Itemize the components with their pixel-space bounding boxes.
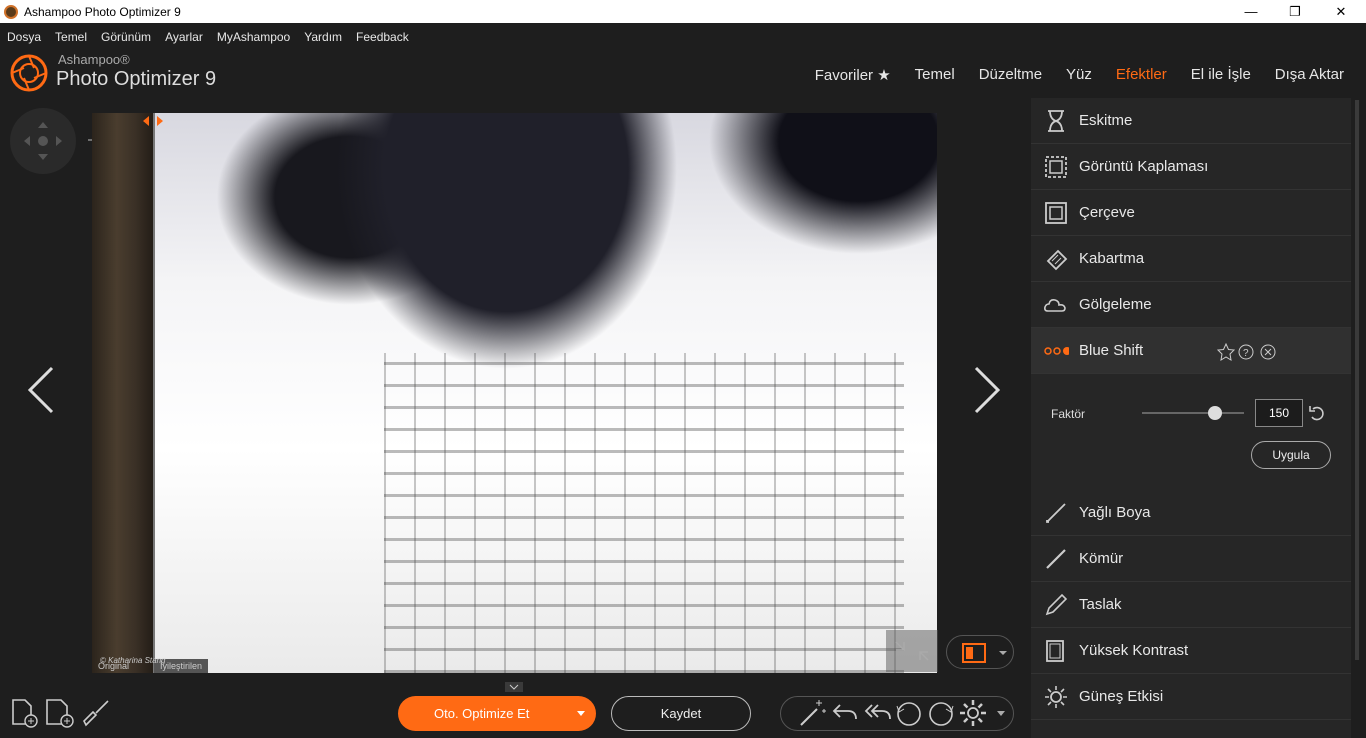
menu-temel[interactable]: Temel: [48, 26, 94, 48]
effect-label: Yüksek Kontrast: [1079, 642, 1189, 659]
rotate-right-icon[interactable]: [925, 697, 957, 729]
ashampoo-logo-icon: [10, 54, 48, 92]
auto-optimize-button[interactable]: Oto. Optimize Et: [398, 696, 596, 731]
menu-dosya[interactable]: Dosya: [0, 26, 48, 48]
pencil-icon: [1043, 592, 1069, 618]
effect-label: Eskitme: [1079, 112, 1133, 129]
effect-komur[interactable]: Kömür: [1031, 536, 1351, 582]
menu-yardim[interactable]: Yardım: [297, 26, 349, 48]
undo-all-icon[interactable]: [862, 697, 894, 729]
effect-yuksek-kontrast[interactable]: Yüksek Kontrast: [1031, 628, 1351, 674]
effect-goruntu-kaplamasi[interactable]: Görüntü Kaplaması: [1031, 144, 1351, 190]
photo-credit: © Katharina Stang: [100, 656, 166, 665]
sun-gear-icon: [1043, 684, 1069, 710]
frame-icon: [1043, 200, 1069, 226]
pencil-icon: [1043, 546, 1069, 572]
effect-eskitme[interactable]: Eskitme: [1031, 98, 1351, 144]
effect-taslak[interactable]: Taslak: [1031, 582, 1351, 628]
emboss-icon: [1043, 246, 1069, 272]
pan-arrows-icon: [24, 122, 62, 160]
effect-label: Taslak: [1079, 596, 1122, 613]
cloud-icon: [1043, 292, 1069, 318]
image-overlay-icon: [1043, 154, 1069, 180]
tab-disa-aktar[interactable]: Dışa Aktar: [1275, 66, 1344, 84]
menu-feedback[interactable]: Feedback: [349, 26, 416, 48]
tab-favoriler[interactable]: Favoriler ★: [815, 66, 891, 84]
add-folder-icon[interactable]: [44, 697, 76, 729]
fit-screen-button[interactable]: [886, 630, 938, 672]
add-file-icon[interactable]: [8, 697, 40, 729]
magic-wand-icon[interactable]: [797, 697, 829, 729]
effect-golgeleme[interactable]: Gölgeleme: [1031, 282, 1351, 328]
split-divider[interactable]: [153, 113, 155, 673]
help-icon[interactable]: [1235, 341, 1255, 361]
hourglass-icon: [1043, 108, 1069, 134]
brand-small: Ashampoo®: [58, 52, 130, 67]
close-button[interactable]: ✕: [1318, 0, 1364, 23]
effect-kabartma[interactable]: Kabartma: [1031, 236, 1351, 282]
collapse-arrows-icon: [895, 641, 929, 661]
expand-down-icon[interactable]: [505, 682, 523, 692]
brush-icon: [1043, 500, 1069, 526]
compare-mode-toggle[interactable]: [946, 635, 1014, 669]
tab-temel[interactable]: Temel: [915, 66, 955, 84]
menu-bar: Dosya Temel Görünüm Ayarlar MyAshampoo Y…: [0, 26, 416, 48]
effect-label: Yağlı Boya: [1079, 504, 1151, 521]
photo-preview[interactable]: Original İyileştirilen © Katharina Stang: [92, 113, 937, 673]
previous-image-icon[interactable]: [26, 360, 56, 420]
rotate-left-icon[interactable]: [893, 697, 925, 729]
effect-label: Gölgeleme: [1079, 296, 1152, 313]
pan-navigation-pad[interactable]: [10, 108, 76, 174]
toolbar-dropdown-icon[interactable]: [996, 710, 1006, 718]
tab-el-ile-isle[interactable]: El ile İşle: [1191, 66, 1251, 84]
factor-slider[interactable]: [1142, 412, 1244, 414]
next-image-icon[interactable]: [972, 360, 1002, 420]
panel-scrollbar[interactable]: [1355, 100, 1359, 660]
effect-label: Blue Shift: [1079, 342, 1144, 359]
tab-yuz[interactable]: Yüz: [1066, 66, 1092, 84]
effect-cerceve[interactable]: Çerçeve: [1031, 190, 1351, 236]
reset-icon[interactable]: [1307, 403, 1327, 423]
remove-effect-icon[interactable]: [1257, 341, 1277, 361]
effect-yagli-boya[interactable]: Yağlı Boya: [1031, 490, 1351, 536]
brand-title: Photo Optimizer 9: [56, 68, 217, 90]
menu-myashampoo[interactable]: MyAshampoo: [210, 26, 297, 48]
save-button[interactable]: Kaydet: [611, 696, 751, 731]
effect-label: Kömür: [1079, 550, 1124, 567]
clean-brush-icon[interactable]: [80, 697, 112, 729]
effect-label: Kabartma: [1079, 250, 1145, 267]
top-nav: Favoriler ★ Temel Düzeltme Yüz Efektler …: [791, 66, 1344, 84]
photo-original-side: [92, 113, 154, 673]
contrast-icon: [1043, 638, 1069, 664]
factor-label: Faktör: [1051, 407, 1086, 421]
apply-button[interactable]: Uygula: [1251, 441, 1331, 469]
effect-label: Görüntü Kaplaması: [1079, 158, 1209, 175]
factor-value-input[interactable]: 150: [1255, 399, 1303, 427]
tab-duzeltme[interactable]: Düzeltme: [979, 66, 1042, 84]
title-bar: Ashampoo Photo Optimizer 9 — ❐ ✕: [0, 0, 1366, 23]
effect-gunes-etkisi[interactable]: Güneş Etkisi: [1031, 674, 1351, 720]
menu-ayarlar[interactable]: Ayarlar: [158, 26, 210, 48]
menu-gorunum[interactable]: Görünüm: [94, 26, 158, 48]
split-view-icon: [962, 643, 1007, 663]
window-title: Ashampoo Photo Optimizer 9: [24, 4, 181, 19]
effect-blue-shift[interactable]: Blue Shift ?: [1031, 328, 1351, 374]
split-handle-icon[interactable]: [141, 114, 165, 128]
settings-gear-icon[interactable]: [957, 697, 989, 729]
favorite-star-icon[interactable]: [1212, 341, 1232, 361]
tab-efektler[interactable]: Efektler: [1116, 66, 1167, 84]
dropdown-arrow-icon[interactable]: [576, 710, 586, 718]
minimize-button[interactable]: —: [1228, 0, 1274, 23]
effect-label: Güneş Etkisi: [1079, 688, 1164, 705]
dots-icon: [1043, 338, 1069, 364]
effect-label: Çerçeve: [1079, 204, 1135, 221]
photo-edited-side: [154, 113, 937, 673]
app-icon: [4, 4, 18, 19]
undo-icon[interactable]: [830, 697, 862, 729]
auto-optimize-label: Oto. Optimize Et: [434, 706, 530, 721]
maximize-button[interactable]: ❐: [1272, 0, 1318, 23]
